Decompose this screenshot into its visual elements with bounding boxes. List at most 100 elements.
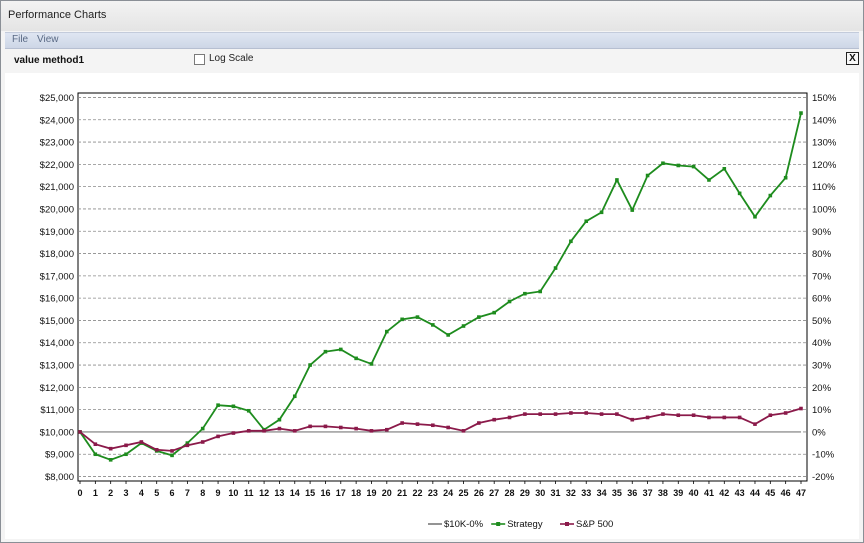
x-tick-label: 16 <box>320 488 330 498</box>
y-tick-label: $20,000 <box>40 204 74 215</box>
y-tick-label: $14,000 <box>40 338 74 349</box>
x-tick-label: 33 <box>581 488 591 498</box>
chart-area: $8,000 $9,000 $10,000 $11,000 $12,000 $13,000… <box>5 73 859 539</box>
series-strategy-point <box>538 289 543 294</box>
series-strategy-point <box>431 323 435 327</box>
series-strategy-point <box>277 417 282 422</box>
series-s-p-500-point <box>354 426 358 431</box>
x-tick-label: 25 <box>459 488 469 498</box>
menu-file[interactable]: File <box>12 34 28 45</box>
y2-tick-label: 10% <box>812 405 832 416</box>
series-strategy-point <box>170 453 174 458</box>
series-strategy-point <box>385 329 389 334</box>
series-strategy-point <box>216 403 220 407</box>
y2-tick-label: 50% <box>812 316 832 327</box>
series-s-p-500-point <box>338 425 343 430</box>
plot-frame <box>77 92 808 482</box>
y-tick-label: $16,000 <box>40 294 74 305</box>
series-strategy-point <box>722 167 727 171</box>
legend-strategy-marker <box>496 522 501 526</box>
x-tick-label: 27 <box>489 488 499 498</box>
series-s-p-500-point <box>200 440 205 444</box>
x-tick-label: 40 <box>689 488 699 498</box>
y2-tick-label: 80% <box>812 249 832 260</box>
series-strategy-point <box>108 458 113 462</box>
method-label: value method1 <box>14 55 85 66</box>
y-tick-label: $9,000 <box>45 450 74 461</box>
log-scale-label[interactable]: Log Scale <box>209 53 253 64</box>
x-tick-label: 4 <box>139 488 144 498</box>
series-s-p-500-point <box>139 440 144 444</box>
x-tick-label: 43 <box>735 488 745 498</box>
close-chart-button[interactable]: X <box>846 52 859 65</box>
x-tick-label: 10 <box>228 488 238 498</box>
y-tick-label: $11,000 <box>40 405 74 416</box>
legend-s-p-500-marker <box>565 522 569 526</box>
series-strategy-point <box>523 291 527 296</box>
x-tick-label: 2 <box>108 488 113 498</box>
y2-tick-label: 120% <box>812 160 837 171</box>
x-tick-label: 39 <box>673 488 683 498</box>
y2-tick-label: 20% <box>812 383 832 394</box>
series-s-p-500-point <box>185 443 190 448</box>
y2-tick-label: -10% <box>812 450 835 461</box>
series-s-p-500-point <box>170 449 174 453</box>
y-tick-label: $10,000 <box>40 427 74 438</box>
series-s-p-500-point <box>93 442 98 447</box>
legend-strategy-label: Strategy <box>507 519 543 530</box>
y-tick-label: $8,000 <box>45 472 74 483</box>
series-s-p-500-point <box>661 412 665 416</box>
y-tick-label: $17,000 <box>40 271 74 282</box>
y-tick-label: $15,000 <box>40 316 74 327</box>
series-strategy-point <box>338 347 343 352</box>
series-strategy-point <box>231 404 236 409</box>
performance-chart: $8,000 $9,000 $10,000 $11,000 $12,000 $13,000… <box>40 92 837 530</box>
menu-bar: File View <box>5 32 859 49</box>
series-s-p-500-point <box>676 413 681 418</box>
series-strategy-point <box>93 452 98 457</box>
series-s-p-500-point <box>246 429 251 433</box>
series-strategy-point <box>308 363 312 367</box>
series-s-p-500-point <box>799 406 803 411</box>
series-s-p-500-point <box>768 413 773 418</box>
series-s-p-500-point <box>231 431 236 435</box>
series-s-p-500-point <box>737 415 742 420</box>
x-tick-label: 34 <box>597 488 607 498</box>
series-strategy-point <box>569 239 573 244</box>
series-s-p-500-point <box>369 429 374 433</box>
series-strategy-point <box>737 191 742 196</box>
series-s-p-500-point <box>308 424 312 429</box>
menu-view[interactable]: View <box>37 34 59 45</box>
x-tick-label: 31 <box>551 488 561 498</box>
x-tick-label: 38 <box>658 488 668 498</box>
legend-10k-0-label: $10K-0% <box>444 519 484 530</box>
x-tick-label: 18 <box>351 488 361 498</box>
series-s-p-500-point <box>415 422 420 426</box>
series-s-p-500-point <box>722 415 727 420</box>
log-scale-checkbox[interactable] <box>194 54 205 65</box>
y-tick-label: $21,000 <box>40 182 74 193</box>
series-strategy-point <box>323 349 328 354</box>
y2-tick-label: 150% <box>812 93 837 104</box>
x-tick-label: 32 <box>566 488 576 498</box>
series-s-p-500-point <box>78 430 82 434</box>
series-strategy-point <box>799 111 803 115</box>
series-strategy-point <box>246 408 251 413</box>
series-strategy-point <box>369 362 374 366</box>
series-strategy-point <box>477 315 481 319</box>
series-s-p-500-point <box>523 412 527 416</box>
series-s-p-500-point <box>385 427 389 432</box>
window-title: Performance Charts <box>8 9 107 21</box>
series-strategy-point <box>615 178 619 182</box>
series-strategy-point <box>691 164 696 169</box>
series-strategy-point <box>461 324 466 328</box>
series-s-p-500-point <box>431 423 435 428</box>
x-tick-label: 24 <box>443 488 453 498</box>
series-strategy-point <box>492 310 496 315</box>
series-strategy-point <box>768 193 773 198</box>
y-tick-label: $25,000 <box>40 93 74 104</box>
performance-charts-window: Performance Charts File View value metho… <box>0 0 864 543</box>
series-s-p-500-point <box>538 412 543 416</box>
series-s-p-500-point <box>753 422 757 426</box>
series-strategy-point <box>584 219 589 224</box>
